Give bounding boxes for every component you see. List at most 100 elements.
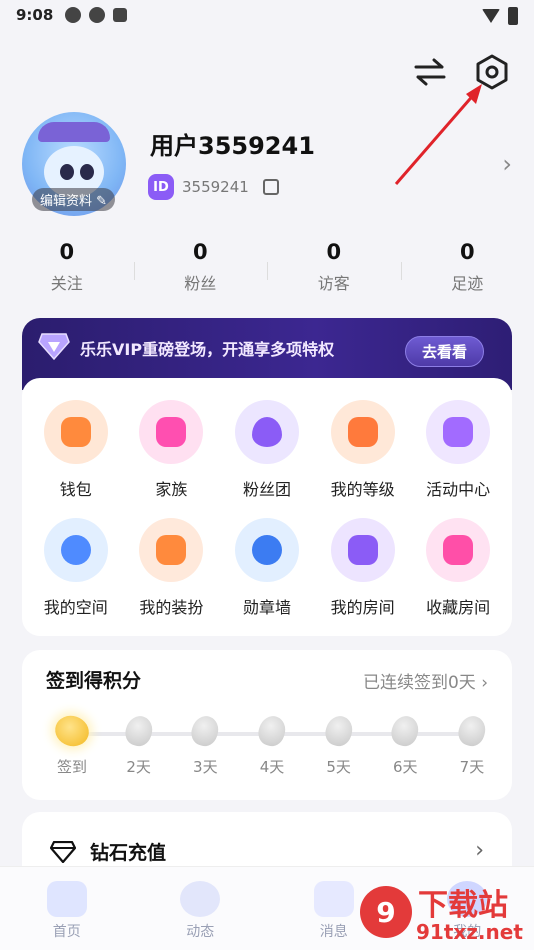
feature-label: 家族 (155, 480, 188, 499)
bean-icon (121, 712, 156, 750)
chevron-right-icon: › (481, 673, 488, 693)
day-label: 4天 (259, 758, 285, 776)
feature-level[interactable]: 我的等级 (315, 400, 411, 500)
profile-header[interactable]: 编辑资料 ✎ 用户3559241 ID 3559241 › (22, 112, 512, 222)
diamond-recharge: 钻石充值 (50, 838, 484, 865)
outfit-icon (139, 518, 204, 582)
stat-fans[interactable]: 0 粉丝 (133, 240, 268, 294)
id-icon: ID (148, 174, 174, 200)
notification-icon (65, 7, 82, 23)
day-label: 6天 (393, 758, 418, 776)
watermark-domain: 91txz.net (416, 920, 523, 944)
stat-footprints[interactable]: 0 足迹 (400, 240, 534, 294)
checkin-day: 3天 (175, 712, 235, 777)
tab-home[interactable]: 首页 (0, 867, 134, 950)
stat-following[interactable]: 0 关注 (0, 240, 134, 294)
feature-label: 活动中心 (426, 480, 491, 499)
status-bar: 9:08 (0, 0, 534, 30)
diamond-icon (50, 840, 76, 863)
stat-value: 0 (192, 240, 208, 264)
copy-icon[interactable] (262, 179, 279, 195)
checkin-status: 已连续签到0天 (362, 673, 476, 693)
sparkle-icon (313, 881, 354, 917)
checkin-day[interactable]: 签到 (42, 711, 102, 777)
feature-label: 收藏房间 (426, 598, 491, 617)
gift-icon (426, 400, 491, 464)
app-notification-icon (113, 8, 128, 22)
feature-my-outfit[interactable]: 我的装扮 (124, 518, 220, 618)
stat-value: 0 (459, 240, 475, 264)
vip-text: 乐乐VIP重磅登场，开通享多项特权 (80, 340, 335, 359)
vip-view-button[interactable]: 去看看 (404, 336, 484, 367)
feature-label: 勋章墙 (242, 598, 291, 617)
stat-value: 0 (59, 240, 75, 264)
checkin-day: 6天 (375, 712, 435, 777)
stat-visitors[interactable]: 0 访客 (267, 240, 401, 294)
wifi-icon (482, 9, 500, 23)
feature-my-room[interactable]: 我的房间 (315, 518, 411, 618)
avatar-eye-left (60, 164, 74, 180)
checkin-day: 4天 (242, 712, 302, 777)
feature-fan-group[interactable]: 粉丝团 (219, 400, 315, 500)
checkin-day: 7天 (442, 712, 502, 777)
stat-label: 关注 (50, 274, 83, 293)
chevron-right-icon: › (475, 838, 484, 863)
tab-feed[interactable]: 动态 (134, 867, 268, 950)
checkin-day: 2天 (109, 712, 169, 777)
edit-profile-button[interactable]: 编辑资料 ✎ (32, 188, 116, 211)
level-icon (330, 400, 395, 464)
stats-row: 0 关注 0 粉丝 0 访客 0 足迹 (0, 240, 534, 294)
tab-label: 动态 (186, 924, 215, 940)
bean-icon (454, 712, 489, 750)
stat-label: 粉丝 (184, 274, 217, 293)
planet-icon (43, 518, 108, 582)
tab-label: 首页 (52, 924, 81, 940)
bean-icon (321, 712, 356, 750)
bean-icon (388, 712, 423, 750)
feature-medal-wall[interactable]: 勋章墙 (219, 518, 315, 618)
username: 用户3559241 (150, 132, 315, 160)
feature-favorite-rooms[interactable]: 收藏房间 (410, 518, 506, 618)
bean-icon (188, 712, 223, 750)
bean-icon (254, 712, 289, 750)
day-label: 7天 (459, 758, 485, 776)
wallet-icon (43, 400, 108, 464)
sun-bean-icon (51, 711, 93, 751)
user-id: 3559241 (182, 178, 249, 196)
stat-label: 足迹 (451, 274, 484, 293)
watermark-text: 下载站 (418, 888, 508, 923)
notification-icon-2 (89, 7, 106, 23)
day-label: 5天 (326, 758, 351, 776)
stat-label: 访客 (317, 274, 350, 293)
chevron-right-icon[interactable]: › (502, 150, 512, 178)
planet-icon (180, 881, 221, 917)
feature-label: 我的空间 (43, 598, 108, 617)
medal-icon (234, 518, 299, 582)
feature-family[interactable]: 家族 (124, 400, 220, 500)
status-time: 9:08 (16, 6, 54, 24)
diamond-label: 钻石充值 (90, 842, 167, 864)
fan-group-icon (234, 400, 299, 464)
battery-icon (508, 7, 518, 25)
checkin-card: 签到得积分 已连续签到0天 › 签到 2天 3天 4天 5天 6天 7天 (22, 650, 512, 800)
user-id-row: ID 3559241 (148, 174, 279, 200)
feature-label: 钱包 (59, 480, 92, 499)
feature-label: 粉丝团 (242, 480, 291, 499)
feature-label: 我的房间 (330, 598, 395, 617)
star-room-icon (426, 518, 491, 582)
feature-grid: 钱包 家族 粉丝团 我的等级 活动中心 我的空间 我的装扮 勋章墙 我的房间 收… (28, 400, 506, 618)
day-label: 2天 (126, 758, 151, 776)
music-note-icon (46, 881, 87, 917)
stat-value: 0 (326, 240, 342, 264)
family-icon (139, 400, 204, 464)
edit-profile-label: 编辑资料 (40, 194, 93, 209)
feature-wallet[interactable]: 钱包 (28, 400, 124, 500)
pencil-icon: ✎ (96, 194, 108, 209)
vip-diamond-icon (38, 333, 70, 360)
feature-my-space[interactable]: 我的空间 (28, 518, 124, 618)
feature-activity-center[interactable]: 活动中心 (410, 400, 506, 500)
day-label: 3天 (193, 758, 218, 776)
svg-text:9: 9 (376, 896, 395, 929)
checkin-status-link[interactable]: 已连续签到0天 › (363, 668, 488, 693)
room-icon (330, 518, 395, 582)
